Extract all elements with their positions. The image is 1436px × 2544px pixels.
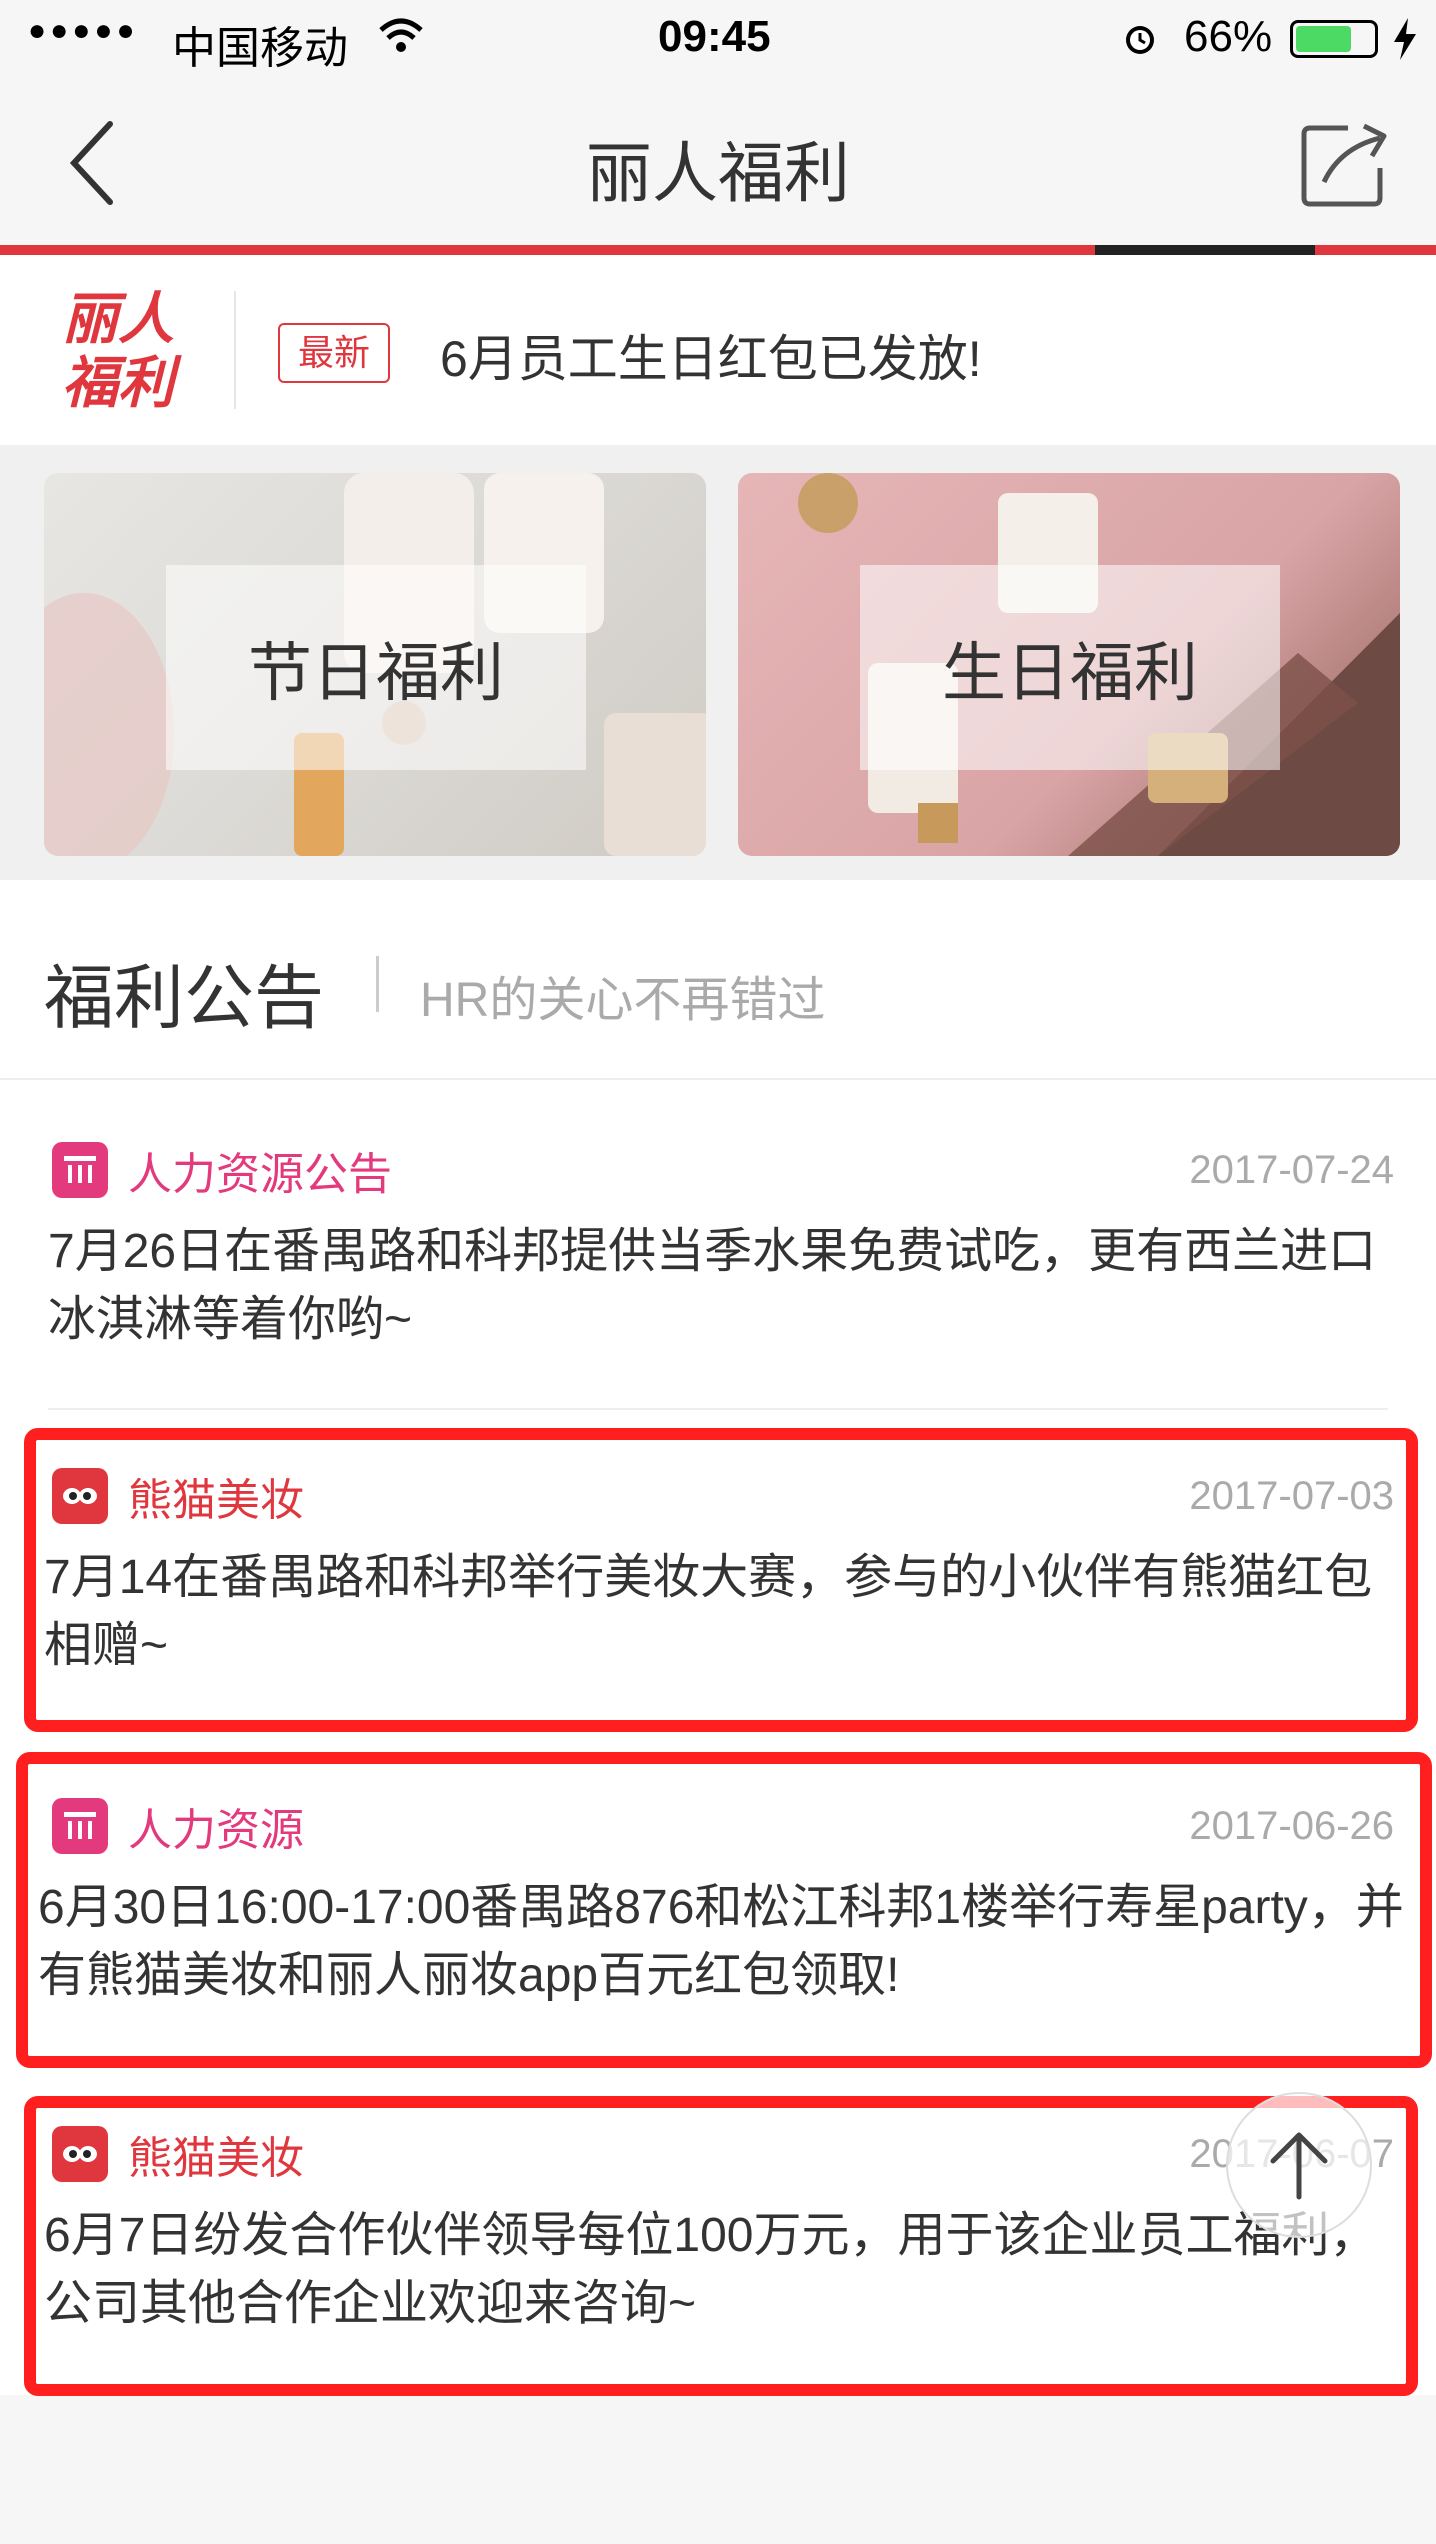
battery-percent: 66% — [1184, 12, 1273, 61]
birthday-welfare-card[interactable]: 生日福利 — [738, 473, 1400, 856]
item-text: 7月26日在番禺路和科邦提供当季水果免费试吃，更有西兰进口冰淇淋等着你哟~ — [48, 1225, 1377, 1346]
logo-line-1: 丽人 — [62, 287, 174, 350]
item-date: 2017-07-24 — [1189, 1148, 1394, 1192]
logo-line-2: 福利 — [62, 351, 174, 414]
nav-bar: 丽人福利 — [0, 80, 1436, 245]
welfare-cards: 节日福利 生日福利 — [0, 445, 1436, 880]
section-divider — [376, 956, 379, 1012]
alarm-icon — [1126, 26, 1154, 54]
banner-divider — [234, 291, 236, 409]
section-title: 福利公告 — [44, 959, 324, 1037]
banner-text: 6月员工生日红包已发放! — [440, 331, 982, 387]
share-button[interactable] — [1300, 118, 1390, 208]
festival-welfare-card[interactable]: 节日福利 — [44, 473, 706, 856]
battery-icon — [1290, 20, 1378, 58]
nav-underline — [0, 245, 1436, 255]
charging-icon — [1394, 18, 1416, 60]
highlight-box — [16, 1752, 1432, 2068]
signal-dots-icon: ●●●●● — [28, 14, 139, 47]
back-to-top-button[interactable] — [1226, 2092, 1372, 2238]
brand-logo: 丽人 福利 — [62, 287, 174, 415]
carrier-label: 中国移动 — [172, 24, 348, 73]
birthday-card-label: 生日福利 — [860, 565, 1280, 770]
page-title: 丽人福利 — [586, 136, 850, 210]
announcement-banner[interactable]: 丽人 福利 最新 6月员工生日红包已发放! — [0, 255, 1436, 445]
status-bar: ●●●●● 中国移动 09:45 66% — [0, 0, 1436, 80]
festival-card-label: 节日福利 — [166, 565, 586, 770]
section-header-divider — [0, 1078, 1436, 1080]
item-source-label: 人力资源公告 — [128, 1150, 392, 1199]
active-tab-indicator — [1095, 245, 1315, 255]
arrow-up-icon — [1270, 2132, 1328, 2200]
clock: 09:45 — [658, 12, 771, 61]
announcement-item[interactable]: 人力资源公告 2017-07-24 7月26日在番禺路和科邦提供当季水果免费试吃… — [0, 1140, 1436, 1346]
hr-icon — [52, 1142, 108, 1198]
section-subtitle: HR的关心不再错过 — [420, 974, 826, 1027]
new-badge: 最新 — [278, 323, 391, 383]
highlight-box — [24, 2096, 1418, 2396]
item-divider — [48, 1408, 1388, 1410]
highlight-box — [24, 1428, 1418, 1732]
wifi-icon — [379, 18, 423, 52]
item-source: 人力资源公告 — [52, 1140, 392, 1200]
